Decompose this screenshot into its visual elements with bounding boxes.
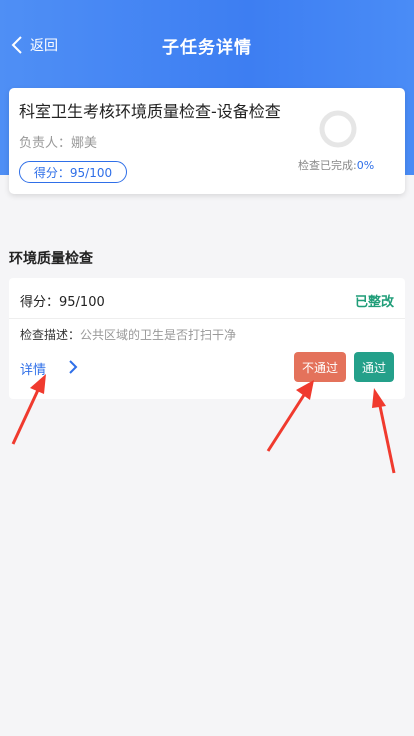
- detail-link[interactable]: 详情: [20, 359, 46, 378]
- task-summary-card: 科室卫生考核环境质量检查-设备检查 负责人：娜美 得分：95/100 检查已完成…: [9, 88, 405, 194]
- fail-button[interactable]: 不通过: [294, 352, 346, 382]
- section-title: 环境质量检查: [9, 251, 93, 267]
- description-label: 检查描述：: [20, 328, 81, 342]
- chevron-right-icon[interactable]: [67, 358, 79, 376]
- annotation-arrow-pass: [372, 388, 396, 474]
- page-title: 子任务详情: [162, 38, 252, 58]
- progress-value: 0%: [356, 159, 375, 172]
- item-status: 已整改: [354, 295, 394, 310]
- divider: [9, 318, 405, 319]
- item-score: 得分：95/100: [20, 295, 105, 310]
- task-owner: 负责人：娜美: [19, 136, 98, 151]
- progress-label: 检查已完成:: [298, 159, 357, 172]
- pass-button[interactable]: 通过: [354, 352, 394, 382]
- progress-ring: [319, 110, 357, 148]
- task-score-badge: 得分：95/100: [19, 161, 127, 183]
- item-description: 检查描述：公共区域的卫生是否打扫干净: [20, 326, 236, 343]
- description-value: 公共区域的卫生是否打扫干净: [80, 328, 237, 342]
- check-item-card: 得分：95/100 已整改 检查描述：公共区域的卫生是否打扫干净 详情 不通过 …: [9, 278, 405, 399]
- progress-text: 检查已完成:0%: [298, 157, 374, 173]
- task-title: 科室卫生考核环境质量检查-设备检查: [19, 102, 281, 121]
